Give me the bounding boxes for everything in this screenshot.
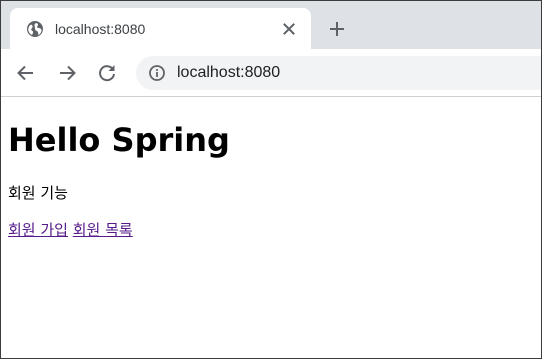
reload-icon[interactable] [96, 62, 118, 84]
info-icon[interactable] [148, 64, 166, 82]
back-arrow-icon[interactable] [15, 62, 37, 84]
page-title: Hello Spring [8, 121, 230, 159]
close-icon[interactable] [280, 20, 298, 38]
tab-strip: localhost:8080 [1, 1, 541, 49]
forward-arrow-icon[interactable] [56, 62, 78, 84]
tab-title: localhost:8080 [55, 21, 146, 37]
url-text[interactable]: localhost:8080 [177, 63, 280, 83]
browser-toolbar: localhost:8080 [1, 49, 541, 97]
address-bar[interactable]: localhost:8080 [136, 56, 541, 90]
page-content: Hello Spring 회원 기능 회원 가입 회원 목록 [1, 97, 541, 358]
browser-window: localhost:8080 localhost:8080 Hello Spri… [0, 0, 542, 359]
globe-icon [27, 21, 43, 37]
nav-links: 회원 가입 회원 목록 [8, 220, 133, 240]
link-member-join[interactable]: 회원 가입 [8, 221, 68, 239]
link-member-list[interactable]: 회원 목록 [73, 221, 133, 239]
new-tab-icon[interactable] [327, 19, 347, 39]
section-label: 회원 기능 [8, 184, 68, 202]
tab-localhost[interactable]: localhost:8080 [10, 8, 311, 49]
